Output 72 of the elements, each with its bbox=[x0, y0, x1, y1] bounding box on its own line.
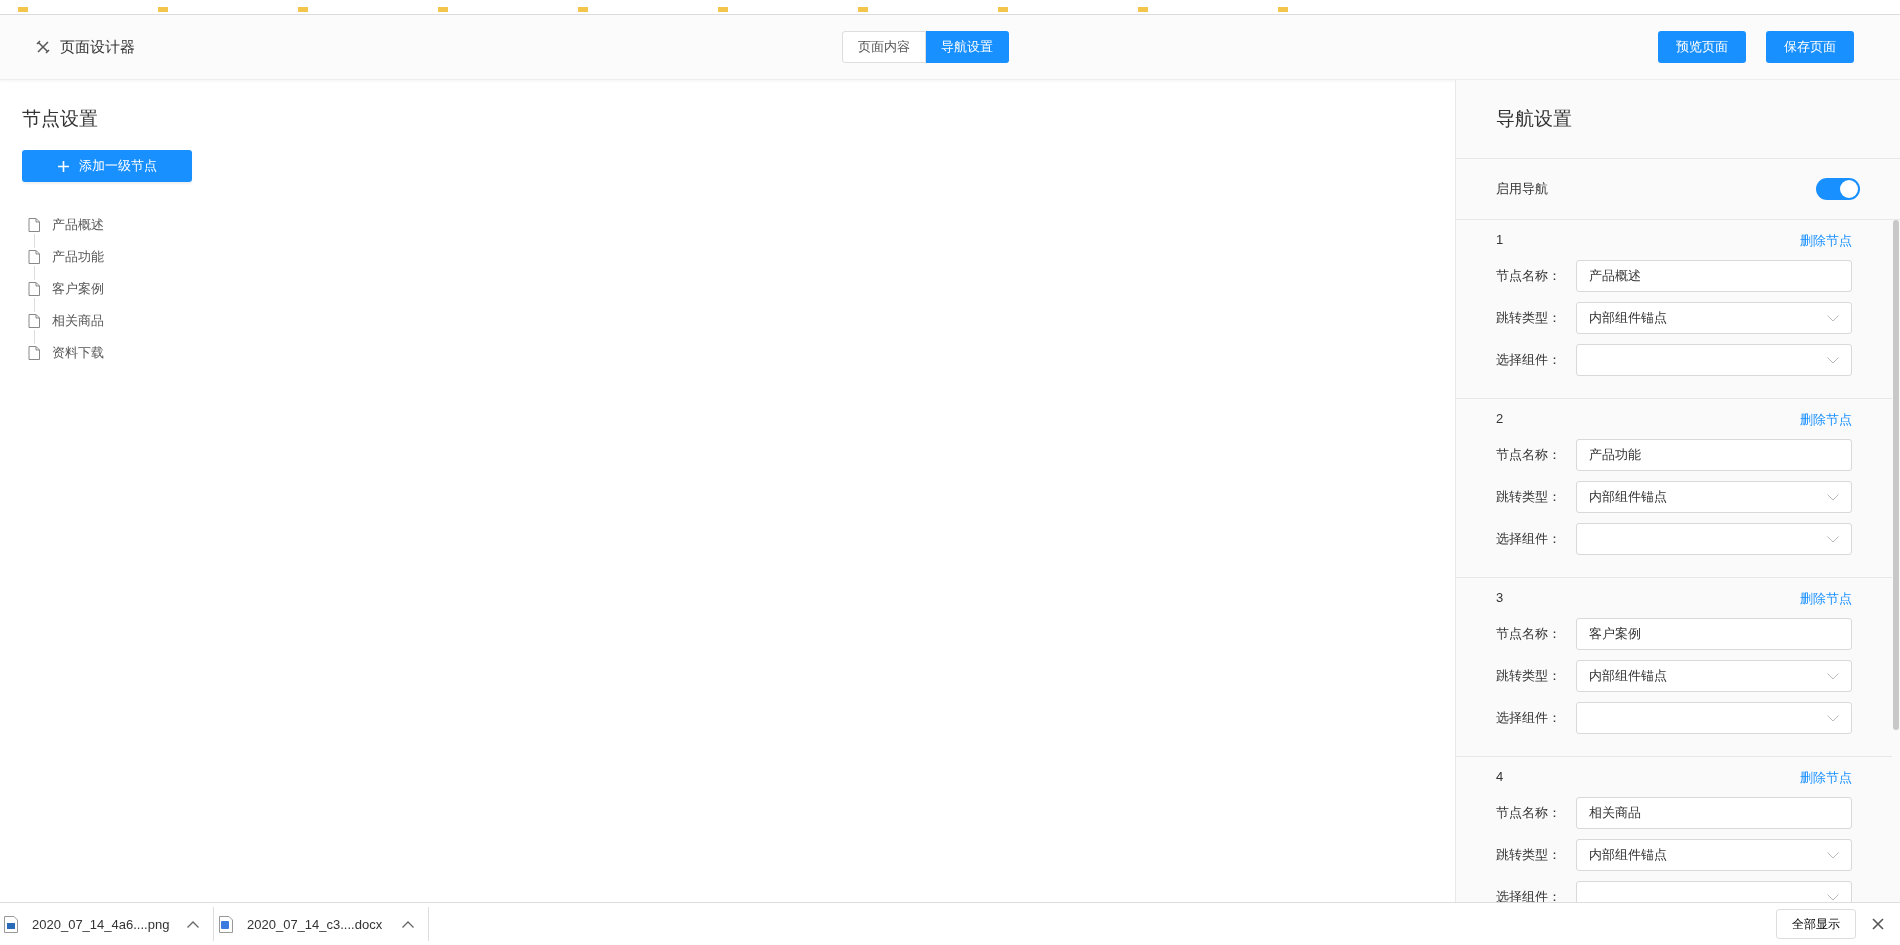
bookmark-icon[interactable] bbox=[1138, 7, 1148, 12]
node-number: 3 bbox=[1496, 590, 1504, 607]
chevron-down-icon bbox=[1827, 851, 1839, 859]
field-label: 跳转类型： bbox=[1496, 846, 1562, 864]
bookmark-icon[interactable] bbox=[718, 7, 728, 12]
field-label: 跳转类型： bbox=[1496, 667, 1562, 685]
tools-icon bbox=[36, 40, 50, 54]
field-label: 选择组件： bbox=[1496, 351, 1562, 369]
field-label: 节点名称： bbox=[1496, 804, 1562, 822]
tree-item[interactable]: 客户案例 bbox=[52, 280, 104, 298]
document-icon bbox=[28, 218, 40, 232]
document-icon bbox=[28, 314, 40, 328]
select-field[interactable] bbox=[1576, 702, 1852, 734]
chevron-down-icon bbox=[1827, 535, 1839, 543]
input-field[interactable]: 客户案例 bbox=[1576, 618, 1852, 650]
input-field[interactable]: 产品概述 bbox=[1576, 260, 1852, 292]
select-field[interactable] bbox=[1576, 523, 1852, 555]
plus-icon bbox=[57, 160, 69, 172]
tree-item[interactable]: 产品功能 bbox=[52, 248, 104, 266]
node-number: 4 bbox=[1496, 769, 1504, 786]
tab[interactable]: 页面内容 bbox=[841, 31, 926, 63]
document-icon bbox=[28, 282, 40, 296]
scrollbar[interactable] bbox=[1893, 220, 1899, 730]
select-field[interactable]: 内部组件锚点 bbox=[1576, 302, 1852, 334]
bookmark-icon[interactable] bbox=[998, 7, 1008, 12]
toggle-switch[interactable] bbox=[1816, 178, 1860, 200]
show-all-button[interactable]: 全部显示 bbox=[1776, 909, 1856, 939]
bookmark-icon[interactable] bbox=[1278, 7, 1288, 12]
caret-icon bbox=[402, 920, 414, 928]
bookmark-icon[interactable] bbox=[298, 7, 308, 12]
select-field[interactable]: 内部组件锚点 bbox=[1576, 481, 1852, 513]
app-title: 页面设计器 bbox=[60, 37, 135, 57]
chevron-down-icon bbox=[1827, 314, 1839, 322]
close-icon[interactable] bbox=[1872, 918, 1884, 930]
bookmark-icon[interactable] bbox=[858, 7, 868, 12]
field-label: 跳转类型： bbox=[1496, 309, 1562, 327]
bookmark-icon[interactable] bbox=[18, 7, 28, 12]
field-label: 节点名称： bbox=[1496, 446, 1562, 464]
tree-item[interactable]: 相关商品 bbox=[52, 312, 104, 330]
field-label: 跳转类型： bbox=[1496, 488, 1562, 506]
chevron-down-icon bbox=[1827, 672, 1839, 680]
field-label: 节点名称： bbox=[1496, 267, 1562, 285]
chevron-down-icon bbox=[1827, 493, 1839, 501]
node-number: 2 bbox=[1496, 411, 1504, 428]
select-field[interactable]: 内部组件锚点 bbox=[1576, 839, 1852, 871]
document-icon bbox=[28, 346, 40, 360]
field-label: 选择组件： bbox=[1496, 888, 1562, 902]
bookmark-icon[interactable] bbox=[438, 7, 448, 12]
word-file-icon bbox=[219, 915, 233, 933]
select-field[interactable]: 内部组件锚点 bbox=[1576, 660, 1852, 692]
tree-item[interactable]: 产品概述 bbox=[52, 216, 104, 234]
field-label: 选择组件： bbox=[1496, 709, 1562, 727]
panel-title: 导航设置 bbox=[1496, 107, 1573, 131]
document-icon bbox=[28, 250, 40, 264]
caret-icon bbox=[187, 920, 199, 928]
chevron-down-icon bbox=[1827, 356, 1839, 364]
node-number: 1 bbox=[1496, 232, 1504, 249]
download-item[interactable]: 2020_07_14_c3....docx bbox=[214, 907, 429, 941]
select-field[interactable] bbox=[1576, 344, 1852, 376]
bookmark-icon[interactable] bbox=[158, 7, 168, 12]
panel-title: 节点设置 bbox=[22, 107, 99, 131]
toggle-label: 启用导航 bbox=[1496, 180, 1548, 198]
field-label: 节点名称： bbox=[1496, 625, 1562, 643]
field-label: 选择组件： bbox=[1496, 530, 1562, 548]
image-file-icon bbox=[4, 915, 18, 933]
download-item[interactable]: 2020_07_14_4a6....png bbox=[0, 907, 214, 941]
chevron-down-icon bbox=[1827, 714, 1839, 722]
input-field[interactable]: 产品功能 bbox=[1576, 439, 1852, 471]
input-field[interactable]: 相关商品 bbox=[1576, 797, 1852, 829]
chevron-down-icon bbox=[1827, 893, 1839, 901]
bookmark-icon[interactable] bbox=[578, 7, 588, 12]
tree-item[interactable]: 资料下载 bbox=[52, 344, 104, 362]
